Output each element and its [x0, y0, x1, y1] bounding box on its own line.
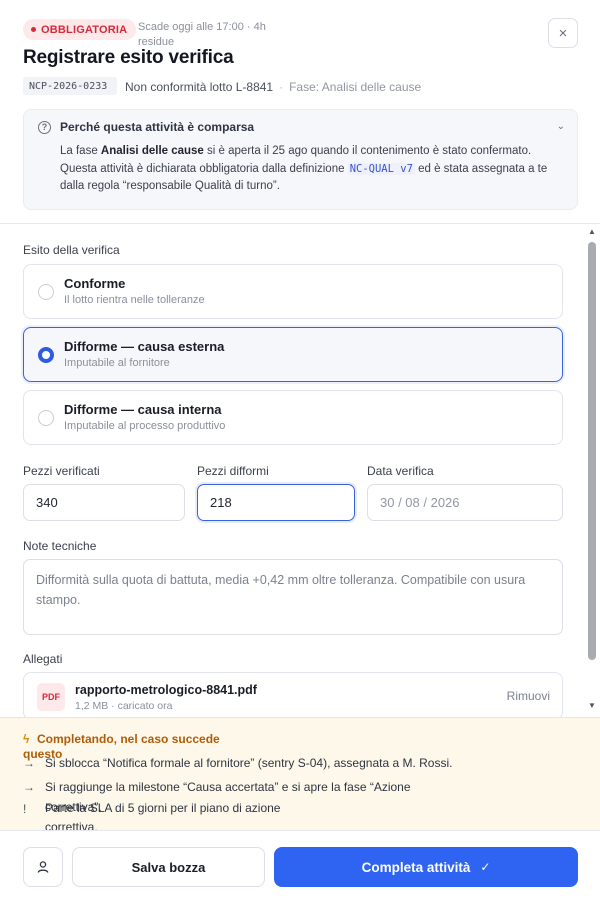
mandatory-badge: OBBLIGATORIA [23, 19, 137, 40]
technical-notes-textarea[interactable]: Difformità sulla quota di battuta, media… [23, 559, 563, 635]
complete-task-button[interactable]: Completa attività ✓ [274, 847, 578, 887]
checked-pieces-input[interactable]: 340 [23, 484, 185, 521]
consequence-text: Si sblocca “Notifica formale al fornitor… [45, 756, 453, 770]
attachments-label: Allegati [23, 652, 63, 666]
attachment-item: PDF rapporto-metrologico-8841.pdf 1,2 MB… [23, 672, 563, 717]
radio-button-selected[interactable] [38, 347, 54, 363]
scroll-up-arrow-icon[interactable]: ▲ [588, 227, 596, 236]
arrow-right-icon: → [23, 780, 35, 794]
lightning-icon: ϟ [23, 732, 30, 746]
warning-icon: ! [23, 802, 27, 816]
nonconforming-label: Pezzi difformi [197, 464, 269, 478]
option-title: Difforme — causa interna [64, 402, 222, 417]
radio-button[interactable] [38, 410, 54, 426]
scroll-down-arrow-icon[interactable]: ▼ [588, 701, 596, 710]
option-subtitle: Imputabile al fornitore [64, 357, 170, 369]
outcome-option-external[interactable]: Difforme — causa esterna Imputabile al f… [23, 327, 563, 382]
why-text-part: La fase [60, 145, 101, 157]
phase-name: Analisi delle cause [100, 145, 204, 157]
chevron-down-icon[interactable]: ⌄ [557, 121, 565, 132]
case-subject: Non conformità lotto L-8841 [125, 80, 274, 94]
page-title: Registrare esito verifica [23, 47, 234, 68]
outcome-option-conforme[interactable]: Conforme Il lotto rientra nelle tolleran… [23, 264, 563, 319]
case-phase: Fase: Analisi delle cause [289, 80, 422, 94]
radio-button[interactable] [38, 284, 54, 300]
why-panel-text: La fase Analisi delle cause si è aperta … [60, 143, 565, 196]
check-icon: ✓ [480, 860, 491, 874]
help-circle-icon: ? [38, 120, 51, 134]
verification-date-input[interactable]: 30 / 08 / 2026 [367, 484, 563, 521]
attachment-file-meta: 1,2 MB · caricato ora [75, 700, 173, 712]
pdf-file-icon: PDF [37, 683, 65, 711]
form-scroll-area[interactable]: Esito della verifica Conforme Il lotto r… [0, 225, 600, 717]
remove-attachment-button[interactable]: Rimuovi [507, 689, 550, 703]
checked-label: Pezzi verificati [23, 464, 100, 478]
close-button[interactable]: × [548, 18, 578, 48]
arrow-right-icon: → [23, 756, 35, 770]
notes-label: Note tecniche [23, 539, 97, 553]
case-code: NCP-2026-0233 [23, 77, 117, 95]
why-panel-title: Perché questa attività è comparsa [60, 120, 255, 134]
nonconforming-pieces-input[interactable]: 218 [197, 484, 355, 521]
action-footer: Salva bozza Completa attività ✓ [0, 830, 600, 900]
scrollbar-thumb[interactable] [588, 242, 596, 660]
consequences-panel: ϟ Completando, nel caso succede questo → … [0, 717, 600, 834]
outcome-option-internal[interactable]: Difforme — causa interna Imputabile al p… [23, 390, 563, 445]
save-draft-button[interactable]: Salva bozza [72, 847, 265, 887]
option-subtitle: Imputabile al processo produttivo [64, 420, 226, 432]
status-dot-icon [31, 27, 36, 32]
why-panel-header[interactable]: ? Perché questa attività è comparsa [38, 120, 254, 134]
date-label: Data verifica [367, 464, 434, 478]
due-time: Scade oggi alle 17:00 · 4h residue [138, 21, 266, 48]
assign-user-button[interactable] [23, 847, 63, 887]
why-panel[interactable]: ? Perché questa attività è comparsa ⌄ La… [23, 109, 578, 210]
outcome-label: Esito della verifica [23, 243, 120, 257]
option-title: Conforme [64, 276, 126, 291]
attachment-file-name[interactable]: rapporto-metrologico-8841.pdf [75, 683, 257, 697]
meta-separator: · [279, 80, 284, 94]
case-meta: Non conformità lotto L-8841 · Fase: Analis… [125, 80, 421, 94]
user-icon [37, 861, 49, 873]
option-subtitle: Il lotto rientra nelle tolleranze [64, 294, 205, 306]
definition-code: NC-QUAL v7 [347, 162, 415, 175]
option-title: Difforme — causa esterna [64, 339, 225, 354]
complete-task-label: Completa attività [361, 859, 471, 875]
task-header: OBBLIGATORIA Scade oggi alle 17:00 · 4h … [0, 0, 600, 224]
close-icon: × [558, 24, 568, 42]
mandatory-badge-label: OBBLIGATORIA [41, 23, 128, 36]
